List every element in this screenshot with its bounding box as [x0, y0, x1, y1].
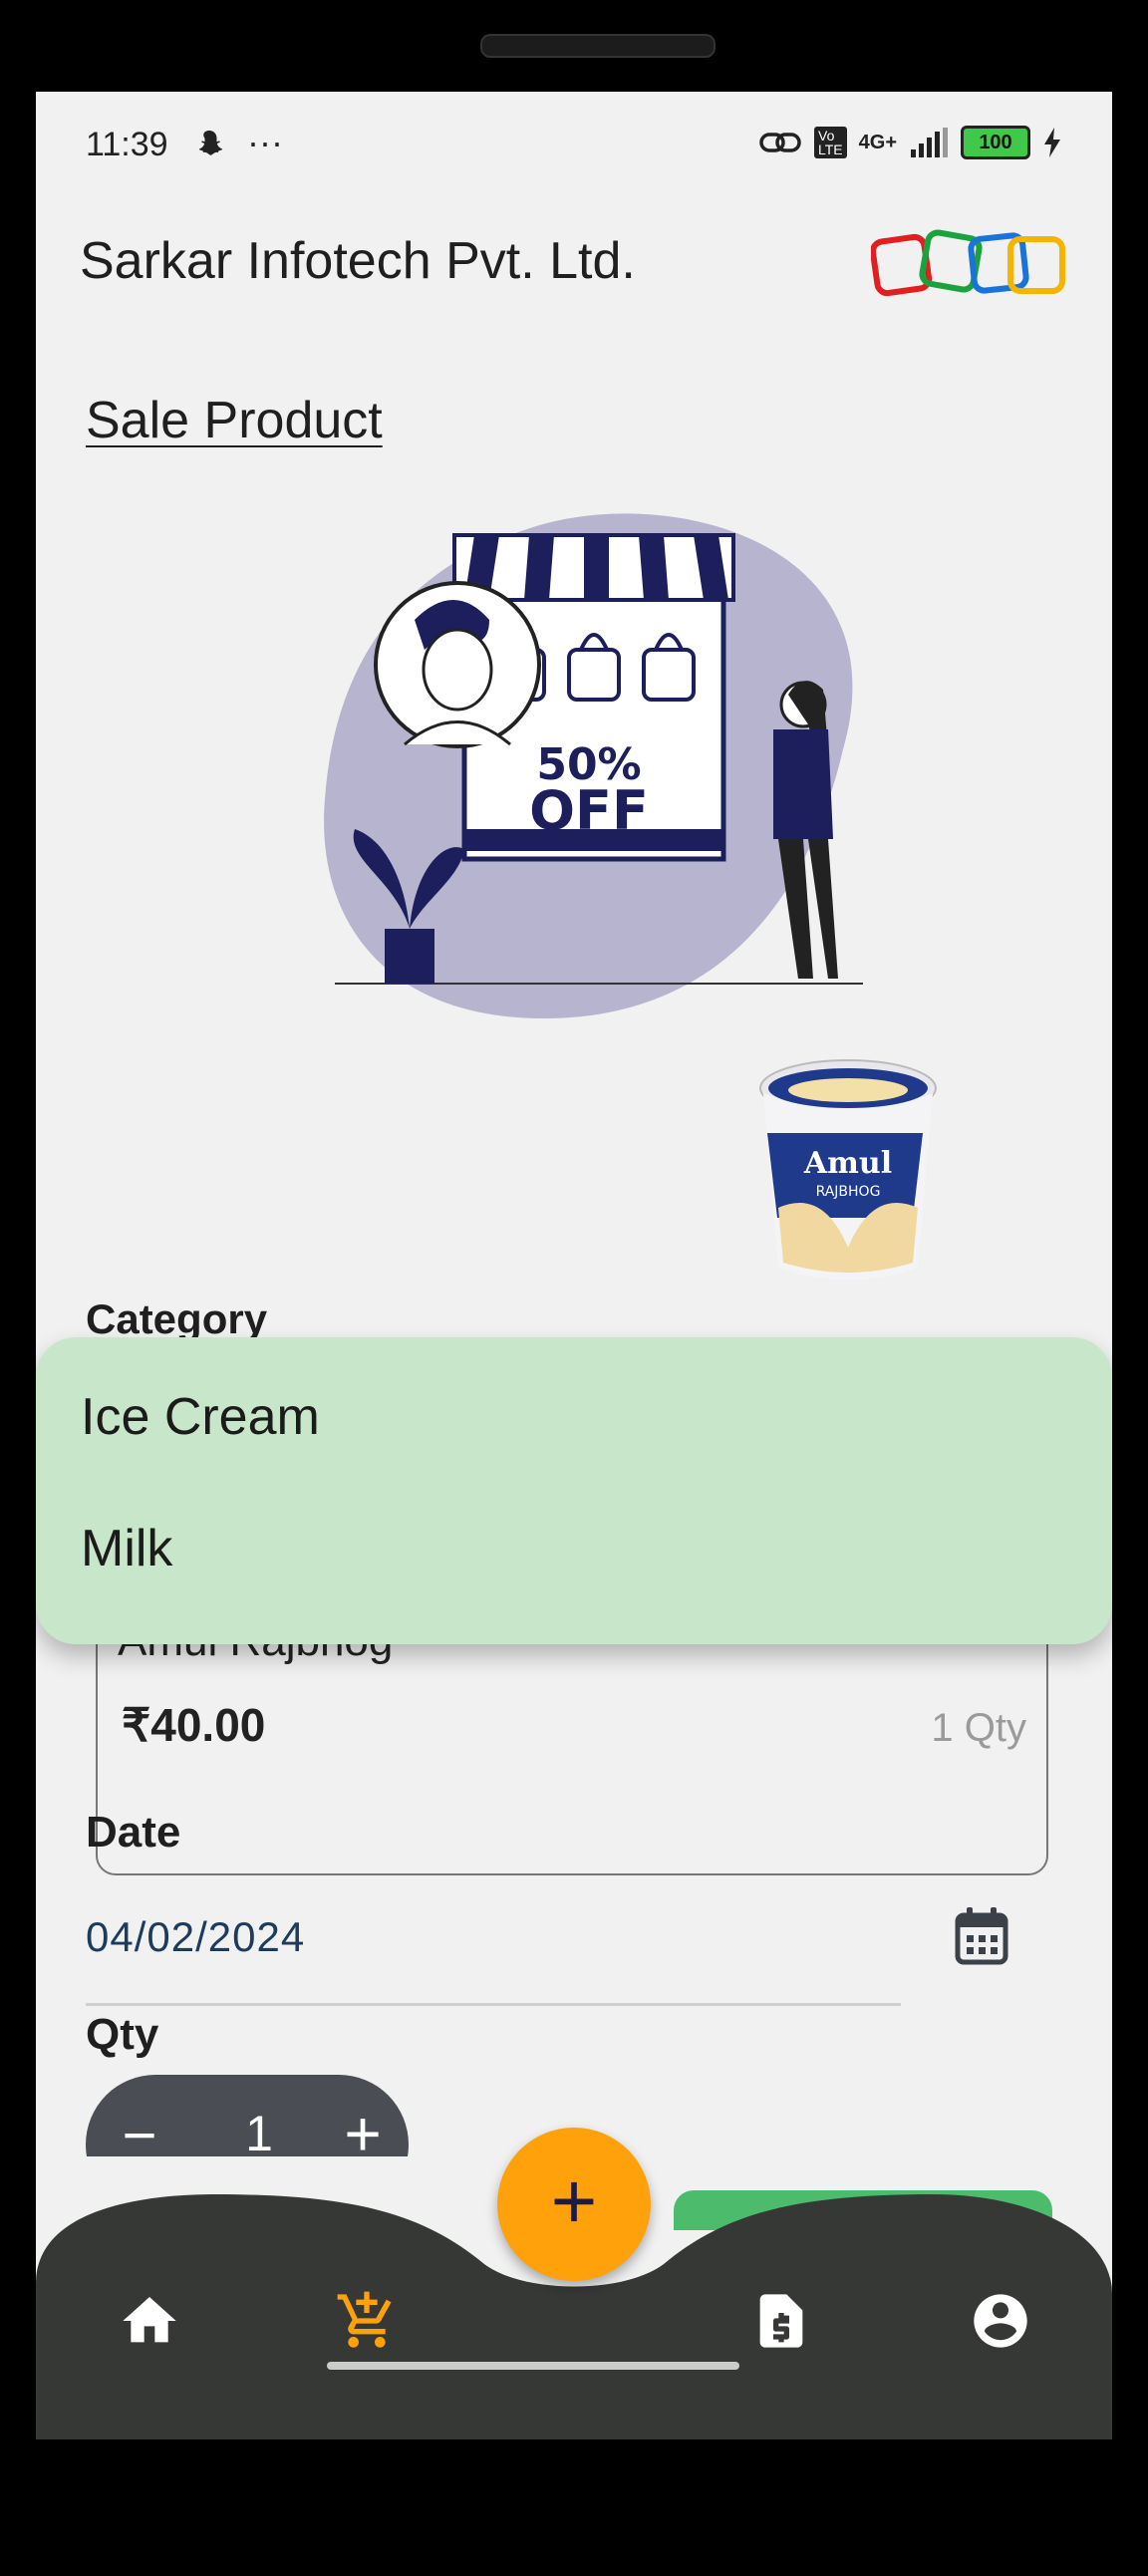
status-icons: Vo LTE 4G+ 100: [758, 126, 1062, 159]
page-title: Sale Product: [86, 392, 383, 449]
signal-icon: [911, 128, 948, 157]
invoice-icon[interactable]: [749, 2289, 813, 2353]
calendar-icon[interactable]: [955, 1907, 1008, 1965]
product-brand: Amul: [803, 1146, 892, 1181]
gesture-home-bar[interactable]: [327, 2362, 739, 2370]
product-qty: 1 Qty: [931, 1706, 1026, 1750]
home-icon[interactable]: [118, 2289, 181, 2353]
network-label: 4G+: [858, 131, 897, 153]
product-price: ₹40.00: [122, 1699, 266, 1751]
cart-add-icon[interactable]: [335, 2289, 399, 2353]
sale-text-2: OFF: [529, 779, 649, 842]
dropdown-item-milk[interactable]: Milk: [81, 1519, 172, 1578]
date-input[interactable]: 04/02/2024: [86, 1913, 305, 1961]
app-screen: 11:39 ··· Vo LTE 4G+ 100 Sarkar Infotech …: [36, 92, 1112, 2439]
account-icon[interactable]: [969, 2289, 1032, 2353]
company-name: Sarkar Infotech Pvt. Ltd.: [80, 232, 636, 290]
app-logo[interactable]: [869, 229, 1070, 299]
category-dropdown: Ice Cream Milk: [36, 1337, 1112, 1644]
battery-indicator: 100: [961, 126, 1030, 159]
category-label: Category: [86, 1295, 268, 1342]
charging-icon: [1044, 128, 1060, 157]
product-variant: RAJBHOG: [816, 1184, 881, 1200]
volte-badge: Vo LTE: [814, 127, 847, 158]
status-more: ···: [247, 122, 283, 162]
qty-value: 1: [245, 2106, 273, 2161]
phone-speaker: [480, 34, 716, 58]
qty-label: Qty: [86, 2010, 159, 2059]
plus-icon: +: [550, 2156, 598, 2245]
product-image: Amul RAJBHOG: [753, 1058, 943, 1288]
battery-level: 100: [979, 131, 1012, 153]
dropdown-item-ice-cream[interactable]: Ice Cream: [81, 1387, 320, 1447]
status-time: 11:39: [86, 126, 168, 163]
date-label: Date: [86, 1808, 181, 1857]
add-sale-fab[interactable]: +: [497, 2128, 651, 2281]
snapchat-icon: [191, 128, 227, 163]
phone-frame: 11:39 ··· Vo LTE 4G+ 100 Sarkar Infotech …: [0, 0, 1148, 2576]
link-icon: [759, 133, 801, 152]
sale-illustration: 50% OFF: [285, 500, 903, 1058]
date-underline: [86, 2003, 901, 2006]
